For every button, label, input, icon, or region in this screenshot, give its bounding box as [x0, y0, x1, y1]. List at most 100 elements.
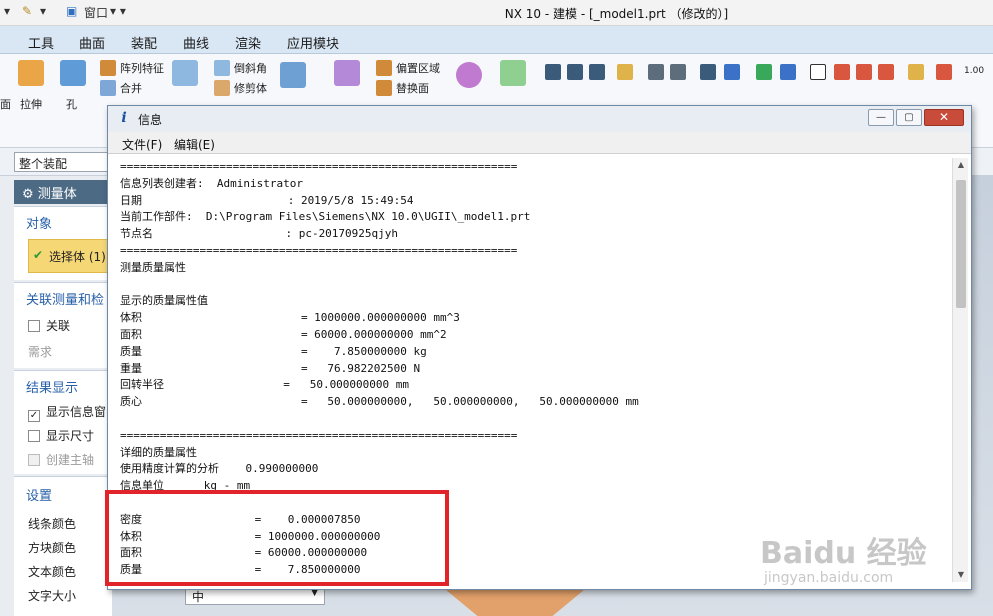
tool-icon-5[interactable]	[648, 64, 664, 80]
create-principal-axis-label: 创建主轴	[46, 453, 95, 467]
result-display-title[interactable]: 结果显示	[26, 377, 78, 396]
tab-tools[interactable]: 工具	[28, 33, 54, 52]
text-size-value: 中	[192, 590, 205, 604]
info-line: ========================================…	[120, 160, 518, 173]
close-button[interactable]: ✕	[924, 109, 964, 126]
extrude-label: 拉伸	[20, 98, 42, 111]
scroll-up-icon[interactable]: ▲	[953, 158, 969, 172]
settings-title[interactable]: 设置	[26, 485, 52, 504]
info-window-titlebar[interactable]: i 信息 — ▢ ✕	[108, 106, 971, 132]
tab-application[interactable]: 应用模块	[287, 33, 339, 52]
info-line: 质心 = 50.000000000, 50.000000000, 50.0000…	[120, 395, 639, 409]
tool-icon-7[interactable]	[700, 64, 716, 80]
tool-icon-4[interactable]	[617, 64, 633, 80]
tab-render[interactable]: 渲染	[235, 33, 261, 52]
select-body-label: 选择体 (1)	[49, 250, 106, 264]
chamfer-icon[interactable]	[214, 60, 230, 76]
highlight-box	[105, 490, 449, 586]
checkbox-box	[28, 454, 40, 466]
text-color-label: 文本颜色	[28, 565, 77, 579]
surface-icon[interactable]	[500, 60, 526, 86]
more-tools-icon[interactable]	[280, 62, 306, 88]
replace-face-icon[interactable]	[376, 80, 392, 96]
array-feature-label[interactable]: 阵列特征	[120, 60, 164, 76]
tool-icon-11[interactable]	[856, 64, 872, 80]
tool-icon-8[interactable]	[724, 64, 740, 80]
extrude-icon[interactable]	[18, 60, 44, 86]
refresh-icon[interactable]	[456, 62, 482, 88]
panel-header: ⚙ 测量体	[14, 180, 112, 204]
edge-blend-icon[interactable]	[172, 60, 198, 86]
unit-value[interactable]: 1.00	[964, 66, 984, 76]
triangle-tool-icon[interactable]	[810, 64, 826, 80]
baidu-watermark: Baidu 经验 jingyan.baidu.com	[760, 528, 980, 592]
info-line: 当前工作部件: D:\Program Files\Siemens\NX 10.0…	[120, 210, 531, 224]
info-line: 日期 : 2019/5/8 15:49:54	[120, 193, 414, 207]
checkmark-icon: ✔	[33, 248, 44, 262]
tool-icon-10[interactable]	[834, 64, 850, 80]
menu-edit[interactable]: 编辑(E)	[174, 136, 215, 153]
tool-icon-6[interactable]	[670, 64, 686, 80]
tab-surface[interactable]: 曲面	[79, 33, 105, 52]
tab-curve[interactable]: 曲线	[183, 33, 209, 52]
face-label: 面	[0, 98, 11, 111]
info-line: ========================================…	[120, 428, 518, 442]
maximize-button[interactable]: ▢	[896, 109, 922, 126]
panel-title: 测量体	[37, 187, 77, 202]
settings-section: 设置 线条颜色 方块颜色 文本颜色 文字大小	[14, 476, 112, 616]
trim-body-icon[interactable]	[214, 80, 230, 96]
object-section: 对象 ✔ 选择体 (1)	[14, 206, 112, 280]
app-titlebar: ▾ ✎ ▾ ▣ 窗口 ▾ ▾ NX 10 - 建模 - [_model1.prt…	[0, 0, 993, 26]
hole-icon[interactable]	[60, 60, 86, 86]
replace-face-label[interactable]: 替换面	[396, 80, 429, 96]
combine-label[interactable]: 合并	[120, 80, 142, 96]
info-line: 测量质量属性	[120, 260, 186, 274]
line-color-label: 线条颜色	[28, 517, 77, 531]
info-line: 回转半径 = 50.000000000 mm	[120, 378, 410, 392]
tool-icon-13[interactable]	[908, 64, 924, 80]
show-info-window-checkbox[interactable]: ✓ 显示信息窗	[28, 403, 106, 422]
ribbon-tabs: 工具 曲面 装配 曲线 渲染 应用模块	[0, 26, 993, 54]
tool-icon-3[interactable]	[589, 64, 605, 80]
tab-assembly[interactable]: 装配	[131, 33, 157, 52]
offset-region-icon[interactable]	[376, 60, 392, 76]
info-line: 节点名 : pc-20170925qjyh	[120, 227, 399, 241]
scroll-thumb[interactable]	[956, 180, 966, 308]
menu-file[interactable]: 文件(F)	[122, 136, 162, 153]
info-line: 显示的质量属性值	[120, 294, 208, 308]
combine-icon[interactable]	[100, 80, 116, 96]
tool-icon-9[interactable]	[780, 64, 796, 80]
watermark-url: jingyan.baidu.com	[764, 570, 894, 586]
gear-icon: ⚙	[22, 187, 34, 202]
tool-icon-14[interactable]	[936, 64, 952, 80]
chamfer-label[interactable]: 倒斜角	[234, 60, 267, 76]
object-section-title[interactable]: 对象	[26, 213, 52, 232]
array-feature-icon[interactable]	[100, 60, 116, 76]
associative-section: 关联测量和检 关联 需求	[14, 282, 112, 368]
checkbox-checked-icon: ✓	[28, 410, 40, 422]
associative-checkbox[interactable]: 关联	[28, 317, 70, 334]
result-display-section: 结果显示 ✓ 显示信息窗 显示尺寸 创建主轴	[14, 370, 112, 474]
info-window-title: 信息	[138, 113, 163, 127]
info-menubar: 文件(F) 编辑(E)	[108, 132, 971, 154]
info-line: 体积 = 1000000.000000000 mm^3	[120, 311, 460, 325]
trim-body-label[interactable]: 修剪体	[234, 80, 267, 96]
selection-scope-select[interactable]: 整个装配	[14, 152, 114, 172]
info-icon: i	[121, 110, 127, 126]
tool-icon-12[interactable]	[878, 64, 894, 80]
show-info-window-label: 显示信息窗	[46, 405, 107, 419]
vertical-scrollbar[interactable]: ▲ ▼	[952, 158, 968, 582]
info-line: 详细的质量属性	[120, 445, 197, 459]
show-size-checkbox[interactable]: 显示尺寸	[28, 427, 94, 444]
info-line: 使用精度计算的分析 0.990000000	[120, 462, 319, 476]
info-line: 重量 = 76.982202500 N	[120, 361, 421, 375]
tool-icon-1[interactable]	[545, 64, 561, 80]
info-line: ========================================…	[120, 244, 518, 257]
check-tool-icon[interactable]	[756, 64, 772, 80]
move-face-icon[interactable]	[334, 60, 360, 86]
select-body-button[interactable]: ✔ 选择体 (1)	[28, 239, 112, 273]
offset-region-label[interactable]: 偏置区域	[396, 60, 440, 76]
associative-section-title[interactable]: 关联测量和检	[26, 289, 104, 308]
minimize-button[interactable]: —	[868, 109, 894, 126]
tool-icon-2[interactable]	[567, 64, 583, 80]
